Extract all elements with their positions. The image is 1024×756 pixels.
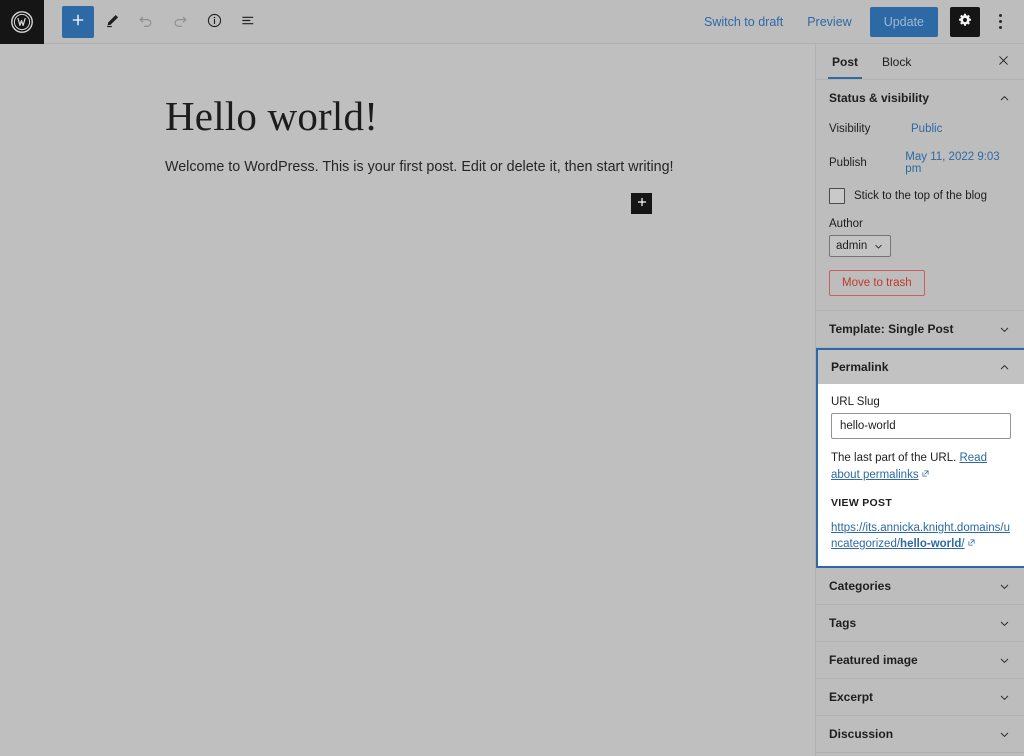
chevron-up-icon — [998, 92, 1011, 105]
list-view-button[interactable] — [232, 6, 264, 38]
settings-button[interactable] — [950, 6, 980, 37]
panel-discussion: Discussion — [816, 716, 1024, 754]
chevron-down-icon — [873, 241, 884, 252]
settings-sidebar: Post Block Status & visibility Visibilit… — [815, 44, 1024, 756]
panel-permalink-header[interactable]: Permalink — [818, 350, 1024, 384]
panel-title: Discussion — [829, 727, 894, 742]
close-sidebar-button[interactable] — [986, 44, 1020, 79]
chevron-up-icon — [998, 361, 1011, 374]
panel-permalink: Permalink URL Slug The last part of the … — [816, 348, 1024, 569]
external-link-icon — [921, 467, 930, 477]
sticky-post-row: Stick to the top of the blog — [829, 188, 1011, 204]
publish-date-button[interactable]: May 11, 2022 9:03 pm — [905, 151, 1011, 175]
permalink-help-prefix: The last part of the URL. — [831, 452, 960, 464]
view-post-url-link[interactable]: https://its.annicka.knight.domains/uncat… — [831, 521, 1011, 552]
panel-title: Permalink — [831, 360, 889, 374]
publish-label: Publish — [829, 157, 867, 169]
more-options-button[interactable] — [986, 7, 1014, 37]
redo-arrow-icon — [171, 11, 189, 32]
list-view-icon — [240, 12, 257, 32]
panel-status-visibility-header[interactable]: Status & visibility — [816, 80, 1024, 116]
sticky-post-label: Stick to the top of the blog — [854, 190, 987, 202]
visibility-row: Visibility Public — [829, 116, 1011, 142]
sidebar-tablist: Post Block — [816, 44, 1024, 80]
panel-title: Excerpt — [829, 690, 874, 705]
redo-button[interactable] — [164, 6, 196, 38]
add-block-button[interactable] — [62, 5, 94, 38]
panel-title: Featured image — [829, 653, 918, 668]
more-vertical-dots-icon — [998, 13, 1002, 31]
editor-top-bar: Switch to draft Preview Update — [0, 0, 1024, 44]
undo-arrow-icon — [137, 11, 155, 32]
chevron-down-icon — [998, 617, 1011, 630]
close-x-icon — [997, 54, 1010, 70]
details-button[interactable] — [198, 6, 230, 38]
panel-tags: Tags — [816, 605, 1024, 643]
plus-icon — [70, 12, 86, 31]
tab-post[interactable]: Post — [820, 44, 870, 79]
panel-permalink-body: URL Slug The last part of the URL. Read … — [818, 384, 1024, 567]
wordpress-logo-icon — [10, 10, 34, 34]
url-slug-label: URL Slug — [831, 396, 880, 408]
switch-to-draft-button[interactable]: Switch to draft — [694, 9, 793, 35]
publish-row: Publish May 11, 2022 9:03 pm — [829, 150, 1011, 176]
author-value: admin — [836, 240, 868, 252]
chevron-down-icon — [998, 580, 1011, 593]
post-paragraph-block[interactable]: Welcome to WordPress. This is your first… — [165, 156, 674, 179]
panel-title: Categories — [829, 579, 892, 594]
gear-icon — [957, 12, 973, 31]
editor-canvas[interactable]: Hello world! Welcome to WordPress. This … — [0, 44, 815, 756]
panel-excerpt: Excerpt — [816, 679, 1024, 717]
author-select[interactable]: admin — [829, 235, 892, 257]
panel-discussion-header[interactable]: Discussion — [816, 716, 1024, 752]
panel-tags-header[interactable]: Tags — [816, 605, 1024, 641]
permalink-help-text: The last part of the URL. Read about per… — [831, 450, 1011, 483]
panel-title: Template: Single Post — [829, 322, 954, 336]
tools-mode-button[interactable] — [96, 6, 128, 38]
panel-title: Tags — [829, 616, 857, 631]
chevron-down-icon — [998, 691, 1011, 704]
author-label: Author — [829, 218, 863, 230]
post-title[interactable]: Hello world! — [165, 92, 378, 140]
panel-featured-image-header[interactable]: Featured image — [816, 642, 1024, 678]
move-to-trash-button[interactable]: Move to trash — [829, 270, 925, 296]
chevron-down-icon — [998, 323, 1011, 336]
chevron-down-icon — [998, 654, 1011, 667]
panel-template: Template: Single Post — [816, 311, 1024, 348]
panel-excerpt-header[interactable]: Excerpt — [816, 679, 1024, 715]
visibility-value-button[interactable]: Public — [911, 123, 942, 135]
wordpress-logo-button[interactable] — [0, 0, 44, 44]
info-circle-icon — [206, 12, 223, 32]
post-url-suffix: / — [961, 537, 965, 550]
panel-status-visibility-body: Visibility Public Publish May 11, 2022 9… — [816, 116, 1024, 310]
preview-button[interactable]: Preview — [797, 9, 861, 35]
plus-icon — [636, 196, 648, 211]
panel-categories: Categories — [816, 568, 1024, 606]
view-post-label: VIEW POST — [831, 497, 893, 510]
panel-template-header[interactable]: Template: Single Post — [816, 311, 1024, 347]
update-button[interactable]: Update — [869, 6, 938, 37]
tab-block[interactable]: Block — [870, 44, 923, 79]
editor-tools-group — [62, 5, 264, 38]
visibility-label: Visibility — [829, 123, 871, 135]
panel-categories-header[interactable]: Categories — [816, 568, 1024, 604]
pencil-icon — [104, 12, 121, 32]
publish-actions-group: Switch to draft Preview Update — [694, 6, 1014, 37]
undo-button[interactable] — [130, 6, 162, 38]
sticky-post-checkbox[interactable] — [829, 188, 845, 204]
external-link-icon — [967, 537, 976, 546]
panel-featured-image: Featured image — [816, 642, 1024, 680]
panel-title: Status & visibility — [829, 91, 930, 105]
block-inserter-button[interactable] — [631, 193, 652, 214]
url-slug-input[interactable] — [831, 413, 1011, 439]
panel-status-visibility: Status & visibility Visibility Public Pu… — [816, 80, 1024, 311]
chevron-down-icon — [998, 728, 1011, 741]
post-url-slug: hello-world — [900, 537, 962, 550]
